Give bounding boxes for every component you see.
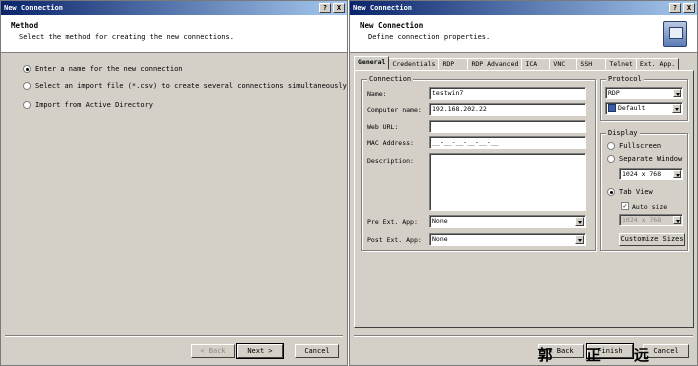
tab-view-size-select[interactable]: 1024 x 768 <box>619 214 683 226</box>
left-cancel-button[interactable]: Cancel <box>295 344 339 358</box>
name-field[interactable]: testwin7 <box>429 87 586 100</box>
right-wizard-window: New Connection ? X New Connection Define… <box>349 0 698 366</box>
mac-address-field[interactable]: __-__-__-__-__-__ <box>429 136 586 149</box>
radio-separate-window[interactable] <box>607 155 615 163</box>
right-close-button[interactable]: X <box>683 3 695 13</box>
left-wizard-window: New Connection ? X Method Select the met… <box>0 0 348 366</box>
option-import-file[interactable]: Select an import file (*.csv) to create … <box>23 82 347 90</box>
pre-ext-app-label: Pre Ext. App: <box>367 218 418 226</box>
protocol-select[interactable]: RDP <box>605 87 683 99</box>
right-header-subtitle: Define connection properties. <box>368 33 491 41</box>
pre-ext-app-select[interactable]: None <box>429 215 586 228</box>
separate-size-value: 1024 x 768 <box>622 170 662 178</box>
profile-icon <box>608 104 616 112</box>
description-field[interactable] <box>429 153 586 211</box>
tab-rdp-advanced[interactable]: RDP Advanced <box>467 58 523 70</box>
radio-enter-name[interactable] <box>23 65 31 73</box>
chevron-down-icon[interactable] <box>672 104 681 113</box>
tab-credentials[interactable]: Credentials <box>388 58 440 70</box>
left-button-separator <box>5 335 343 337</box>
radio-import-ad[interactable] <box>23 101 31 109</box>
tab-view-option[interactable]: Tab View <box>607 188 653 196</box>
right-title-bar[interactable]: New Connection ? X <box>350 1 697 15</box>
right-help-button[interactable]: ? <box>669 3 681 13</box>
tab-telnet[interactable]: Telnet <box>605 58 637 70</box>
tab-view-size-value: 1024 x 768 <box>622 216 662 224</box>
option-enter-name-label: Enter a name for the new connection <box>35 65 183 73</box>
computer-name-field[interactable]: 192.168.202.22 <box>429 103 586 116</box>
connection-group-title: Connection <box>367 75 414 83</box>
left-header-title: Method <box>11 21 39 30</box>
left-title-bar[interactable]: New Connection ? X <box>1 1 347 15</box>
post-ext-app-label: Post Ext. App: <box>367 236 422 244</box>
radio-tab-view[interactable] <box>607 188 615 196</box>
tab-general[interactable]: General <box>354 56 390 70</box>
separate-window-option[interactable]: Separate Window <box>607 155 682 163</box>
separate-window-label: Separate Window <box>619 155 683 163</box>
right-header-title: New Connection <box>360 21 424 30</box>
option-import-ad[interactable]: Import from Active Directory <box>23 101 153 109</box>
fullscreen-label: Fullscreen <box>619 142 662 150</box>
tab-rdp[interactable]: RDP <box>438 58 469 70</box>
left-back-button[interactable]: < Back <box>191 344 235 358</box>
web-url-field[interactable] <box>429 120 586 133</box>
tab-strip: General Credentials RDP RDP Advanced ICA… <box>354 56 680 70</box>
auto-size-checkbox[interactable]: ✓ <box>621 202 629 210</box>
protocol-value: RDP <box>608 89 620 97</box>
chevron-down-icon[interactable] <box>673 89 681 97</box>
option-import-file-label: Select an import file (*.csv) to create … <box>35 82 347 90</box>
left-help-button[interactable]: ? <box>319 3 331 13</box>
left-window-title: New Connection <box>4 4 64 12</box>
chevron-down-icon[interactable] <box>673 216 681 224</box>
tab-view-label: Tab View <box>619 188 653 196</box>
chevron-down-icon[interactable] <box>575 217 584 226</box>
option-import-ad-label: Import from Active Directory <box>35 101 154 109</box>
option-enter-name[interactable]: Enter a name for the new connection <box>23 65 183 73</box>
radio-fullscreen[interactable] <box>607 142 615 150</box>
computer-name-label: Computer name: <box>367 106 422 114</box>
pre-ext-app-value: None <box>432 217 448 225</box>
right-header: New Connection Define connection propert… <box>350 15 697 53</box>
name-label: Name: <box>367 90 387 98</box>
left-header: Method Select the method for creating th… <box>1 15 347 53</box>
computer-icon <box>663 21 687 47</box>
profile-select[interactable]: Default <box>605 102 683 115</box>
protocol-group-title: Protocol <box>606 75 644 83</box>
tab-ssh[interactable]: SSH <box>576 58 607 70</box>
chevron-down-icon[interactable] <box>575 235 584 244</box>
web-url-label: Web URL: <box>367 123 399 131</box>
customize-sizes-button[interactable]: Customize Sizes <box>619 233 685 246</box>
tab-ica[interactable]: ICA <box>521 58 551 70</box>
display-group-title: Display <box>606 129 640 137</box>
left-next-button[interactable]: Next > <box>236 343 284 359</box>
right-window-title: New Connection <box>353 4 413 12</box>
tab-ext-app[interactable]: Ext. App. <box>635 58 680 70</box>
fullscreen-option[interactable]: Fullscreen <box>607 142 661 150</box>
post-ext-app-value: None <box>432 235 448 243</box>
profile-value: Default <box>618 104 646 112</box>
post-ext-app-select[interactable]: None <box>429 233 586 246</box>
author-watermark: 郭 正 远 <box>537 346 663 364</box>
auto-size-label: Auto size <box>632 203 668 211</box>
radio-import-file[interactable] <box>23 82 31 90</box>
description-label: Description: <box>367 157 414 165</box>
chevron-down-icon[interactable] <box>673 170 681 178</box>
tab-vnc[interactable]: VNC <box>549 58 578 70</box>
left-header-subtitle: Select the method for creating the new c… <box>19 33 234 41</box>
left-close-button[interactable]: X <box>333 3 345 13</box>
right-button-separator <box>354 335 693 337</box>
general-tab-panel: Connection Name: testwin7 Computer name:… <box>354 70 694 328</box>
mac-address-label: MAC Address: <box>367 139 414 147</box>
separate-size-select[interactable]: 1024 x 768 <box>619 168 683 180</box>
